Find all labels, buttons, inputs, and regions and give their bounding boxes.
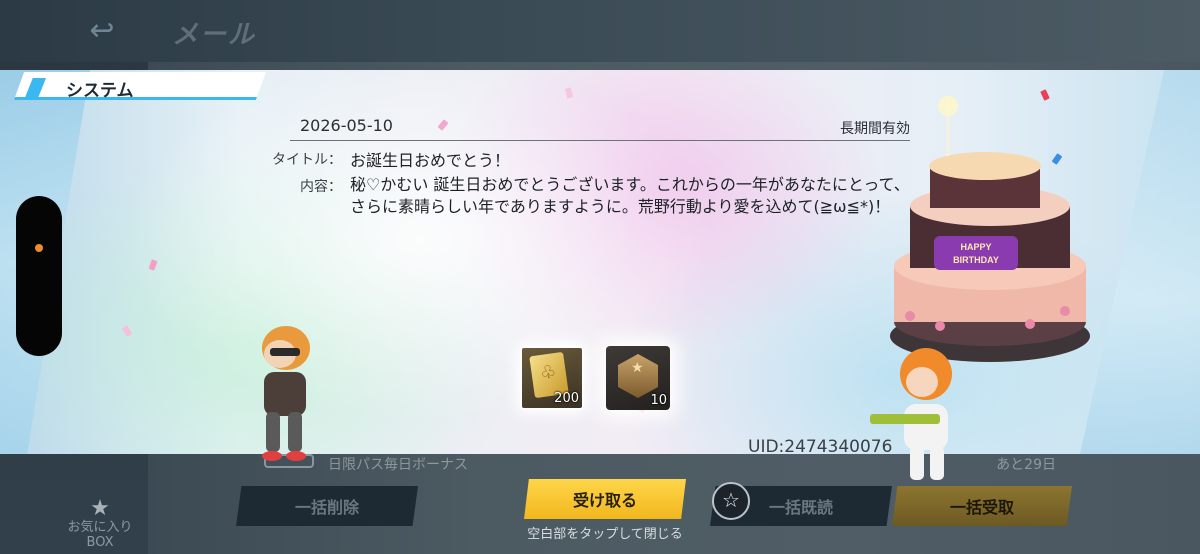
mail-row-title: 日限パス毎日ボーナス — [328, 457, 468, 473]
divider — [290, 140, 910, 141]
cake-banner-text-1: HAPPY — [960, 242, 991, 252]
reward-item-gold-ticket[interactable]: ♧ 200 — [520, 346, 584, 410]
mail-title-label: タイトル： — [272, 152, 342, 168]
mail-content-label: 内容： — [300, 179, 342, 195]
star-outline-icon: ☆ — [722, 488, 740, 512]
mail-content: 秘♡かむい 誕生日おめでとうございます。これからの一年があなたにとって、さらに素… — [350, 175, 910, 216]
close-hint: 空白部をタップして閉じる — [527, 527, 683, 542]
ticket-mark-icon: ♧ — [538, 360, 558, 385]
side-scroll-handle[interactable] — [16, 196, 62, 356]
top-bar: ↩ メール — [0, 0, 1200, 62]
back-arrow-icon[interactable]: ↩ — [82, 16, 122, 46]
star-icon: ★ — [90, 496, 110, 521]
screen-title: メール — [172, 19, 257, 49]
mail-row-days: あと29日 — [996, 457, 1056, 473]
reward-item-rank-medal[interactable]: ★ 10 — [606, 346, 670, 410]
tab-system-label: システム — [66, 81, 134, 100]
cake-banner-text-2: BIRTHDAY — [953, 255, 999, 265]
tab-system: システム — [14, 72, 266, 100]
user-id: UID:2474340076 — [748, 437, 893, 457]
receive-all-button[interactable]: 一括受取 — [892, 486, 1072, 526]
decorative-stripe-right — [1080, 70, 1200, 454]
confetti — [121, 325, 133, 337]
reward-count: 200 — [554, 391, 579, 406]
favorite-star-button[interactable]: ☆ — [712, 482, 750, 520]
reward-count: 10 — [650, 393, 667, 408]
favorites-box-button[interactable]: ★ お気に入り BOX — [60, 496, 140, 551]
confetti — [437, 119, 449, 131]
tab-accent-icon — [24, 78, 46, 100]
medal-star-icon: ★ — [631, 360, 644, 376]
receive-button[interactable]: 受け取る — [524, 479, 686, 519]
favorites-label-line1: お気に入り — [67, 520, 133, 535]
character-right-illustration — [870, 348, 952, 480]
favorites-label-line2: BOX — [86, 535, 114, 550]
mail-date: 2026-05-10 — [300, 116, 393, 135]
mail-title: お誕生日おめでとう！ — [350, 151, 511, 170]
confetti — [148, 259, 158, 271]
confetti — [564, 87, 574, 99]
scroll-indicator-dot — [35, 244, 43, 252]
mail-detail-popup: システム 2026-05-10 長期間有効 タイトル： お誕生日おめでとう！ 内… — [0, 70, 1200, 480]
delete-all-button[interactable]: 一括削除 — [236, 486, 418, 526]
character-left-illustration — [262, 326, 310, 461]
birthday-cake-illustration: HAPPY BIRTHDAY — [890, 96, 1090, 362]
